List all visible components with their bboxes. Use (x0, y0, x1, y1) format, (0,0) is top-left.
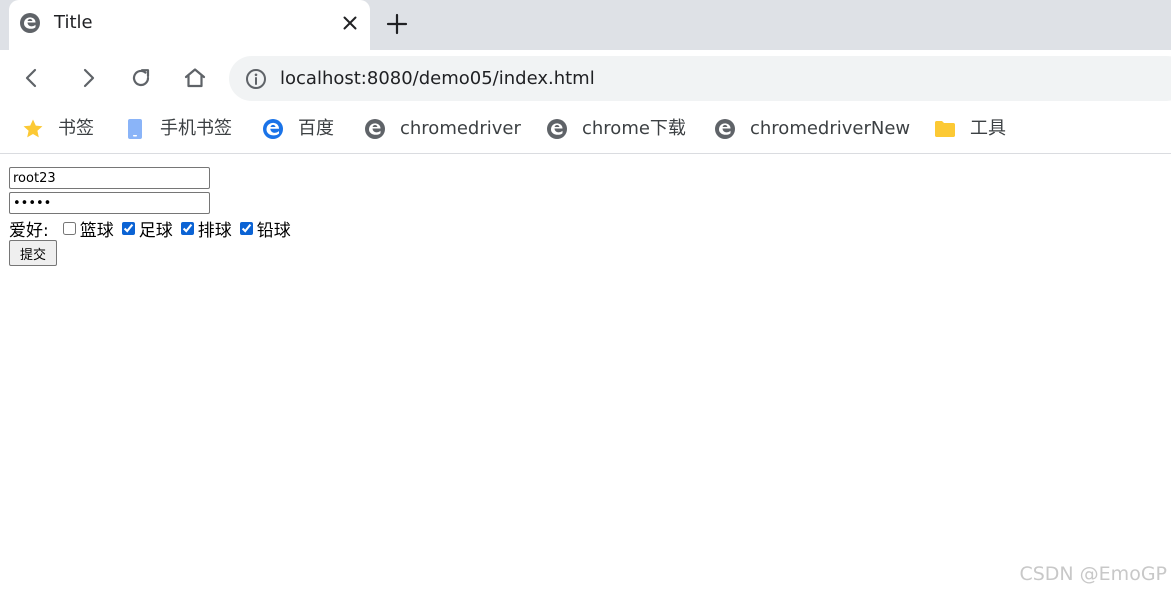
hobby-option-volleyball[interactable]: 排球 (180, 216, 232, 241)
site-e-icon (547, 119, 567, 139)
bookmarks-bar: 书签 手机书签 百度 chromedriver chrome下载 chromed… (0, 106, 1171, 154)
site-e-icon (365, 119, 385, 139)
forward-icon[interactable] (76, 66, 100, 90)
folder-icon (935, 121, 955, 137)
address-url: localhost:8080/demo05/index.html (280, 68, 595, 89)
password-input[interactable] (9, 192, 210, 214)
hobby-label: 爱好: (9, 220, 49, 241)
hobby-checkbox[interactable] (239, 221, 253, 235)
watermark: CSDN @EmoGP (1019, 563, 1167, 585)
page-content: 爱好: 篮球 足球 排球 铅球 提交 CSDN @EmoGP (0, 155, 1171, 593)
hobby-option-shotput[interactable]: 铅球 (239, 216, 291, 241)
hobby-option-basketball[interactable]: 篮球 (62, 216, 114, 241)
phone-icon (128, 119, 142, 139)
site-e-icon (715, 119, 735, 139)
tab-active[interactable]: Title (9, 0, 370, 50)
reload-icon[interactable] (129, 66, 153, 90)
tab-title: Title (54, 12, 93, 33)
bookmark-item[interactable]: 百度 (262, 116, 334, 142)
edge-icon (263, 119, 283, 139)
hobby-row: 爱好: 篮球 足球 排球 铅球 (9, 216, 299, 241)
home-icon[interactable] (183, 66, 207, 90)
hobby-option-football[interactable]: 足球 (121, 216, 173, 241)
bookmark-item[interactable]: 手机书签 (124, 116, 232, 142)
bookmark-item[interactable]: 书签 (22, 116, 94, 142)
back-icon[interactable] (20, 66, 44, 90)
submit-button[interactable]: 提交 (9, 240, 57, 266)
info-icon[interactable] (245, 68, 267, 90)
star-icon (23, 119, 43, 138)
site-e-icon (20, 13, 40, 33)
username-input[interactable] (9, 167, 210, 189)
hobby-checkbox[interactable] (121, 221, 135, 235)
address-bar[interactable]: localhost:8080/demo05/index.html (229, 56, 1171, 101)
hobby-checkbox[interactable] (180, 221, 194, 235)
bookmark-item[interactable]: chromedriver (364, 116, 521, 142)
bookmark-item[interactable]: chromedriverNew (714, 116, 910, 142)
tab-strip: Title (0, 0, 1171, 50)
bookmark-item[interactable]: chrome下载 (546, 116, 686, 142)
bookmark-folder[interactable]: 工具 (934, 116, 1006, 142)
hobby-checkbox[interactable] (62, 221, 76, 235)
close-icon[interactable] (340, 13, 360, 33)
new-tab-plus-icon[interactable] (385, 12, 409, 36)
toolbar: localhost:8080/demo05/index.html (0, 50, 1171, 106)
